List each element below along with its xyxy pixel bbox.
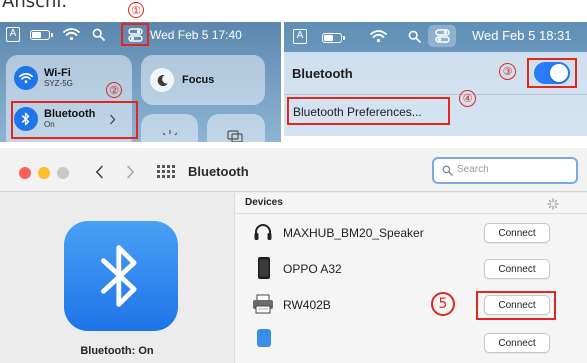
- bluetooth-menu-panel: A Wed Feb 5 18:31 Bluetooth Bluetooth Pr…: [284, 22, 587, 136]
- divider: [284, 94, 587, 95]
- annotation-box-5: [476, 291, 556, 320]
- zoom-window-button[interactable]: [57, 167, 69, 179]
- window-title: Bluetooth: [188, 164, 249, 179]
- divider: [235, 213, 587, 214]
- screen-mirroring-icon: [227, 130, 243, 142]
- step-number-2: ②: [106, 82, 122, 98]
- device-row[interactable]: Connect: [235, 323, 587, 363]
- wifi-menubar-icon[interactable]: [370, 29, 387, 43]
- search-placeholder: Search: [457, 164, 489, 175]
- close-window-button[interactable]: [19, 167, 31, 179]
- wifi-toggle[interactable]: Wi-Fi SYZ-5G: [14, 66, 73, 90]
- connect-button[interactable]: Connect: [484, 223, 550, 243]
- spotlight-search-icon[interactable]: [92, 28, 105, 41]
- device-name: MAXHUB_BM20_Speaker: [283, 226, 424, 240]
- wifi-title: Wi-Fi: [44, 67, 71, 79]
- devices-pane: Devices MAXHUB_BM20_Speaker Connect OPPO…: [234, 193, 587, 363]
- bluetooth-heading: Bluetooth: [292, 66, 353, 81]
- show-all-grid-icon[interactable]: [157, 165, 175, 179]
- battery-icon[interactable]: [30, 30, 53, 40]
- bluetooth-status-text: Bluetooth: On: [80, 345, 154, 357]
- back-arrow-icon[interactable]: [95, 165, 104, 179]
- step-number-5: 5: [431, 292, 455, 316]
- step-number-3: ③: [499, 63, 516, 80]
- menubar-clock[interactable]: Wed Feb 5 18:31: [472, 28, 572, 43]
- device-name: OPPO A32: [283, 262, 342, 276]
- forward-arrow-icon[interactable]: [126, 165, 135, 179]
- bluetooth-preferences-window: Bluetooth Search Bluetooth: On Devices M…: [0, 148, 587, 363]
- connect-button[interactable]: Connect: [484, 333, 550, 353]
- control-center-icon[interactable]: [435, 29, 450, 43]
- search-icon: [442, 165, 453, 176]
- device-row[interactable]: OPPO A32 Connect: [235, 251, 587, 287]
- step-number-4: ④: [459, 90, 476, 107]
- annotation-box-4: [287, 97, 450, 125]
- step-number-1: ①: [128, 2, 144, 18]
- device-row[interactable]: MAXHUB_BM20_Speaker Connect: [235, 215, 587, 251]
- bluetooth-module: Bluetooth Bluetooth Preferences... ③ ④: [284, 52, 587, 136]
- moon-icon: [150, 68, 174, 92]
- menubar-clock[interactable]: Wed Feb 5 17:40: [150, 28, 242, 42]
- wifi-network-name: SYZ-5G: [44, 79, 73, 88]
- bluetooth-large-icon: [101, 245, 137, 307]
- input-source-icon[interactable]: A: [6, 27, 20, 42]
- battery-icon[interactable]: [322, 33, 345, 43]
- device-icon: [257, 329, 271, 347]
- bluetooth-status-pane: Bluetooth: On: [0, 193, 234, 363]
- loading-spinner-icon: [547, 198, 559, 210]
- phone-icon: [258, 257, 270, 279]
- window-titlebar: Bluetooth Search: [0, 148, 587, 192]
- minimize-window-button[interactable]: [38, 167, 50, 179]
- bluetooth-logo: [64, 221, 178, 331]
- search-field[interactable]: Search: [432, 157, 578, 184]
- input-source-icon[interactable]: A: [293, 29, 307, 44]
- annotation-box-2: [11, 101, 138, 139]
- devices-header: Devices: [245, 197, 283, 208]
- menu-bar: A Wed Feb 5 18:31: [284, 22, 587, 48]
- wifi-menubar-icon[interactable]: [63, 27, 80, 41]
- printer-icon: [253, 294, 273, 314]
- annotation-box-1: [121, 23, 149, 46]
- focus-control[interactable]: Focus: [150, 68, 214, 92]
- wifi-icon: [14, 66, 38, 90]
- headphones-icon: [254, 224, 272, 240]
- focus-title: Focus: [182, 74, 215, 86]
- brightness-icon: [163, 130, 177, 136]
- spotlight-search-icon[interactable]: [408, 30, 421, 43]
- top-caption: Anschl.: [2, 0, 68, 12]
- connect-button[interactable]: Connect: [484, 259, 550, 279]
- annotation-box-3: [527, 58, 577, 88]
- control-center-panel: A Wed Feb 5 17:40 Wi-Fi SYZ-5G Bluetooth…: [0, 22, 281, 142]
- device-name: RW402B: [283, 298, 331, 312]
